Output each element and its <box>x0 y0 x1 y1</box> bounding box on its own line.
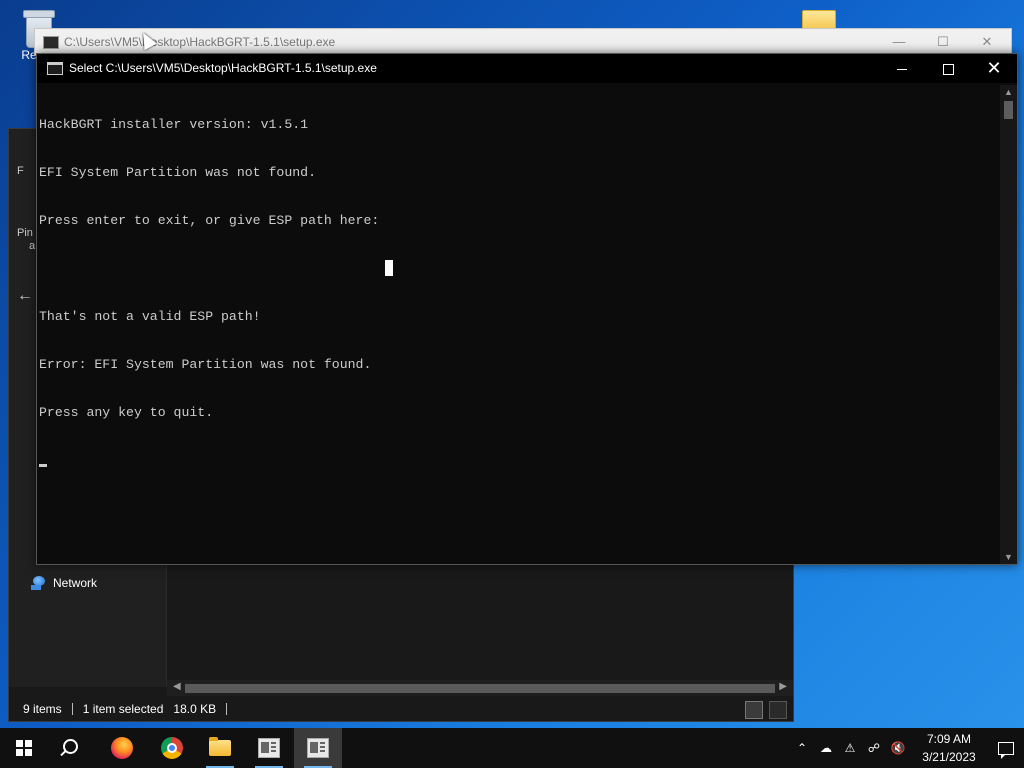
status-selected: 1 item selected <box>82 702 164 716</box>
back-arrow-icon[interactable]: ← <box>17 287 33 305</box>
details-view-icon[interactable] <box>745 701 763 719</box>
notification-center-button[interactable] <box>988 728 1024 768</box>
taskbar-console-app[interactable] <box>245 728 293 768</box>
taskbar-file-explorer[interactable] <box>196 728 244 768</box>
system-tray: ⌃ ☁ ⚠ ☍ 🔇 7:09 AM 3/21/2023 <box>790 728 1024 768</box>
chrome-icon <box>161 737 183 759</box>
scroll-right-icon[interactable]: ▶ <box>779 681 787 692</box>
horizontal-scrollbar[interactable]: ◀ ▶ <box>167 680 793 696</box>
background-console-title: C:\Users\VM5\Desktop\HackBGRT-1.5.1\setu… <box>64 35 336 49</box>
minimize-icon <box>897 68 907 70</box>
console-title-bar[interactable]: Select C:\Users\VM5\Desktop\HackBGRT-1.5… <box>37 54 1017 83</box>
status-item-count: 9 items <box>23 702 62 716</box>
scroll-left-icon[interactable]: ◀ <box>173 681 181 692</box>
maximize-button[interactable] <box>925 54 971 83</box>
explorer-nav-fragment: F <box>17 165 24 177</box>
mouse-text-cursor <box>385 260 393 276</box>
minimize-button[interactable]: — <box>877 32 921 52</box>
nav-item-network-label: Network <box>53 576 98 590</box>
maximize-button[interactable]: ☐ <box>921 32 965 52</box>
search-button[interactable] <box>48 728 96 768</box>
minimize-button[interactable] <box>879 54 925 83</box>
scrollbar-thumb[interactable] <box>1004 101 1013 119</box>
search-icon <box>62 738 78 754</box>
clock-date: 3/21/2023 <box>922 750 976 764</box>
windows-logo-icon <box>16 740 32 756</box>
explorer-nav-fragment: Pin <box>17 227 33 239</box>
text-cursor <box>39 464 47 467</box>
console-line: HackBGRT installer version: v1.5.1 <box>39 117 309 132</box>
notification-icon <box>998 741 1014 759</box>
vertical-scrollbar[interactable]: ▲ ▼ <box>1000 85 1017 564</box>
console-line: Press enter to exit, or give ESP path he… <box>39 213 380 228</box>
close-button[interactable]: ✕ <box>965 32 1009 52</box>
close-button[interactable]: ✕ <box>971 54 1017 83</box>
large-icons-view-icon[interactable] <box>769 701 787 719</box>
network-status-icon[interactable]: ☍ <box>862 728 886 768</box>
maximize-icon <box>942 63 954 75</box>
start-button[interactable] <box>0 728 48 768</box>
security-alert-icon[interactable]: ⚠ <box>838 728 862 768</box>
taskbar-console-app-active[interactable] <box>294 728 342 768</box>
taskbar-chrome[interactable] <box>148 728 196 768</box>
scroll-up-icon[interactable]: ▲ <box>1000 87 1017 97</box>
clock-time: 7:09 AM <box>926 732 972 746</box>
explorer-nav-fragment: a <box>29 240 36 252</box>
scrollbar-thumb[interactable] <box>185 684 775 693</box>
close-icon: ✕ <box>986 58 1002 78</box>
console-line: That's not a valid ESP path! <box>39 309 261 324</box>
network-icon <box>31 576 47 590</box>
explorer-status-bar: 9 items 1 item selected 18.0 KB <box>9 697 793 721</box>
console-app-icon <box>307 738 329 758</box>
console-line: Error: EFI System Partition was not foun… <box>39 357 372 372</box>
background-console-window[interactable]: C:\Users\VM5\Desktop\HackBGRT-1.5.1\setu… <box>34 28 1012 56</box>
volume-muted-icon[interactable]: 🔇 <box>886 728 910 768</box>
console-output[interactable]: HackBGRT installer version: v1.5.1 EFI S… <box>39 85 999 564</box>
console-window[interactable]: Select C:\Users\VM5\Desktop\HackBGRT-1.5… <box>36 53 1018 565</box>
onedrive-offline-icon[interactable]: ☁ <box>814 728 838 768</box>
clock[interactable]: 7:09 AM 3/21/2023 <box>910 730 988 766</box>
console-app-icon <box>258 738 280 758</box>
taskbar: ⌃ ☁ ⚠ ☍ 🔇 7:09 AM 3/21/2023 <box>0 728 1024 768</box>
console-window-title: Select C:\Users\VM5\Desktop\HackBGRT-1.5… <box>69 61 377 75</box>
folder-icon <box>209 737 231 756</box>
view-toggle[interactable] <box>745 701 787 719</box>
status-size: 18.0 KB <box>173 702 217 716</box>
show-hidden-icons-chevron-icon[interactable]: ⌃ <box>790 728 814 768</box>
console-app-icon <box>47 62 63 75</box>
nav-item-network[interactable]: Network <box>31 576 97 590</box>
status-separator <box>226 703 228 715</box>
scroll-down-icon[interactable]: ▼ <box>1000 552 1017 562</box>
console-app-icon <box>43 36 59 49</box>
firefox-icon <box>111 737 133 759</box>
taskbar-firefox[interactable] <box>98 728 146 768</box>
console-line: EFI System Partition was not found. <box>39 165 316 180</box>
console-line: Press any key to quit. <box>39 405 214 420</box>
